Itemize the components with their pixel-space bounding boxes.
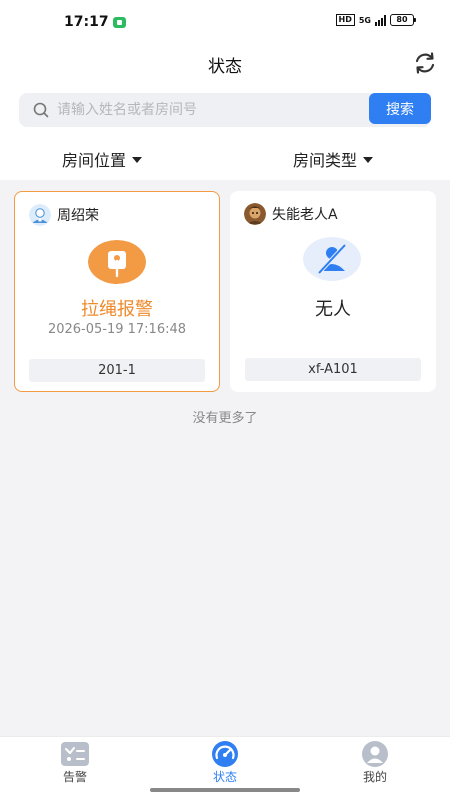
tab-alert[interactable]: 告警 (35, 741, 115, 791)
search-icon (33, 102, 49, 118)
caret-down-icon (132, 157, 143, 163)
battery-icon: 80 (390, 14, 416, 26)
search-section: 搜索 (0, 84, 450, 134)
caret-down-icon (363, 157, 374, 163)
resident-card[interactable]: 周绍荣 拉绳报警 2026-05-19 17:16:48 201-1 (14, 191, 220, 392)
home-indicator[interactable] (150, 788, 300, 792)
page-header: 状态 (0, 44, 450, 84)
app-notification-icon (113, 17, 126, 28)
system-status-bar: 17:17 HD 5G 80 (0, 0, 450, 44)
room-type-filter[interactable]: 房间类型 (293, 147, 374, 171)
status-indicators: HD 5G 80 (335, 14, 416, 26)
list-end-text: 没有更多了 (192, 411, 258, 426)
tab-alert-label: 告警 (62, 770, 87, 784)
search-box: 搜索 (19, 93, 431, 127)
gauge-icon (212, 741, 238, 767)
refresh-icon[interactable] (412, 50, 438, 76)
filter-bar: 房间位置 房间类型 (0, 134, 450, 180)
page-title: 状态 (208, 57, 242, 77)
presence-status: 无人 (315, 299, 351, 320)
photo-avatar-icon (244, 203, 266, 225)
alarm-time: 2026-05-19 17:16:48 (47, 322, 187, 337)
resident-card[interactable]: 失能老人A 无人 xf-A101 (230, 191, 436, 392)
tab-status[interactable]: 状态 (185, 741, 265, 791)
tab-mine[interactable]: 我的 (335, 741, 415, 791)
room-number: 201-1 (29, 359, 205, 382)
status-time: 17:17 (64, 14, 109, 30)
pull-cord-alarm-icon (88, 240, 146, 284)
tab-status-label: 状态 (212, 770, 237, 784)
room-type-label: 房间类型 (293, 151, 358, 170)
alert-list-icon (61, 742, 89, 766)
alarm-status: 拉绳报警 (81, 299, 153, 320)
room-location-label: 房间位置 (62, 151, 127, 170)
resident-name: 失能老人A (272, 207, 338, 223)
resident-name: 周绍荣 (57, 208, 99, 224)
room-location-filter[interactable]: 房间位置 (62, 147, 143, 171)
room-number: xf-A101 (245, 358, 421, 381)
hd-badge: HD (335, 14, 355, 26)
elder-avatar-icon (29, 204, 51, 226)
profile-icon (362, 741, 388, 767)
network-type: 5G (358, 15, 371, 25)
search-button[interactable]: 搜索 (369, 93, 431, 124)
tab-mine-label: 我的 (362, 770, 387, 784)
search-input[interactable] (57, 97, 357, 123)
signal-icon (375, 14, 386, 26)
card-header: 失能老人A (244, 203, 338, 225)
no-person-icon (303, 237, 361, 281)
card-header: 周绍荣 (29, 204, 99, 226)
